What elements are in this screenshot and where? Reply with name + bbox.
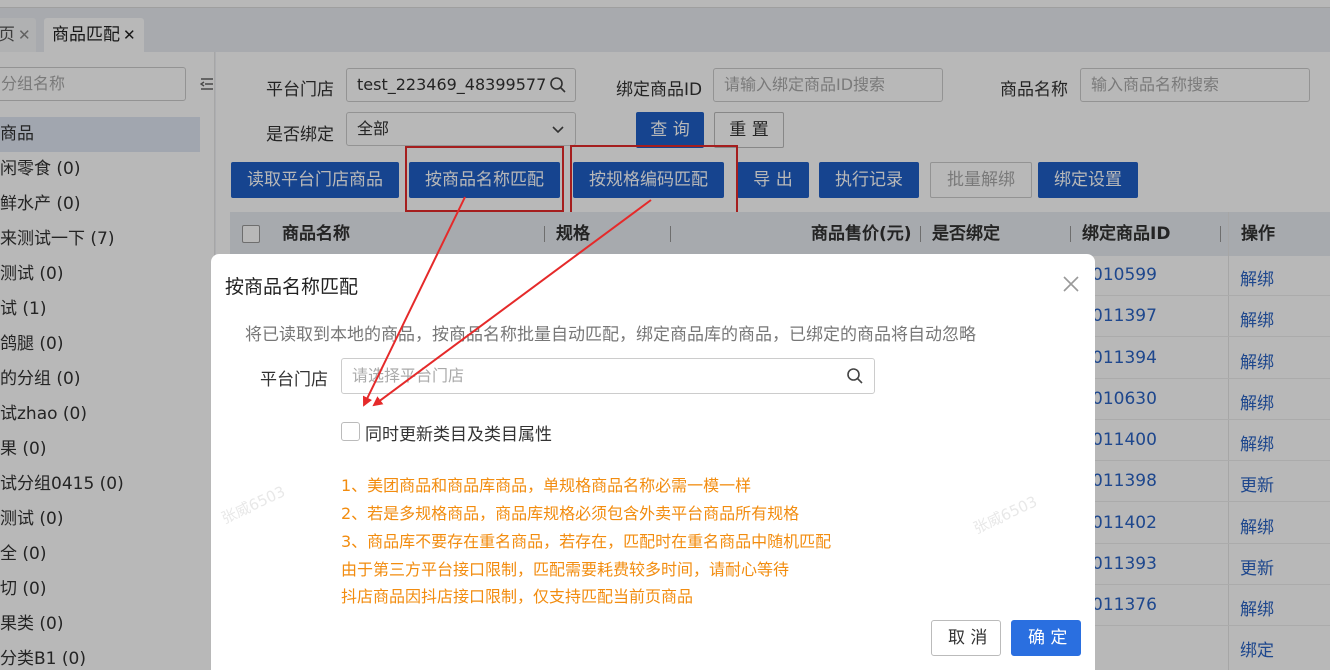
store-placeholder: 请选择平台门店 <box>352 366 465 385</box>
update-category-checkbox[interactable] <box>341 422 360 441</box>
close-icon[interactable] <box>1059 272 1083 296</box>
match-by-name-dialog: 按商品名称匹配 将已读取到本地的商品，按商品名称批量自动匹配，绑定商品库的商品，… <box>211 254 1095 670</box>
note-line: 1、美团商品和商品库商品，单规格商品名称必需一模一样 <box>341 476 752 495</box>
note-line: 由于第三方平台接口限制，匹配需要耗费较多时间，请耐心等待 <box>341 560 790 579</box>
cancel-button[interactable]: 取 消 <box>931 620 1001 656</box>
note-line: 3、商品库不要存在重名商品，若存在，匹配时在重名商品中随机匹配 <box>341 532 832 551</box>
note-line: 2、若是多规格商品，商品库规格必须包含外卖平台商品所有规格 <box>341 504 800 523</box>
store-select[interactable]: 请选择平台门店 <box>341 358 875 394</box>
update-category-label: 同时更新类目及类目属性 <box>365 425 552 445</box>
watermark: 张威6503 <box>218 482 289 528</box>
dialog-description: 将已读取到本地的商品，按商品名称批量自动匹配，绑定商品库的商品，已绑定的商品将自… <box>245 325 976 345</box>
watermark: 张威6503 <box>970 492 1041 538</box>
confirm-button[interactable]: 确 定 <box>1011 620 1081 656</box>
note-line: 抖店商品因抖店接口限制，仅支持匹配当前页商品 <box>341 587 694 606</box>
dialog-title: 按商品名称匹配 <box>225 276 359 298</box>
search-icon[interactable] <box>846 367 864 385</box>
store-label: 平台门店 <box>260 370 328 390</box>
